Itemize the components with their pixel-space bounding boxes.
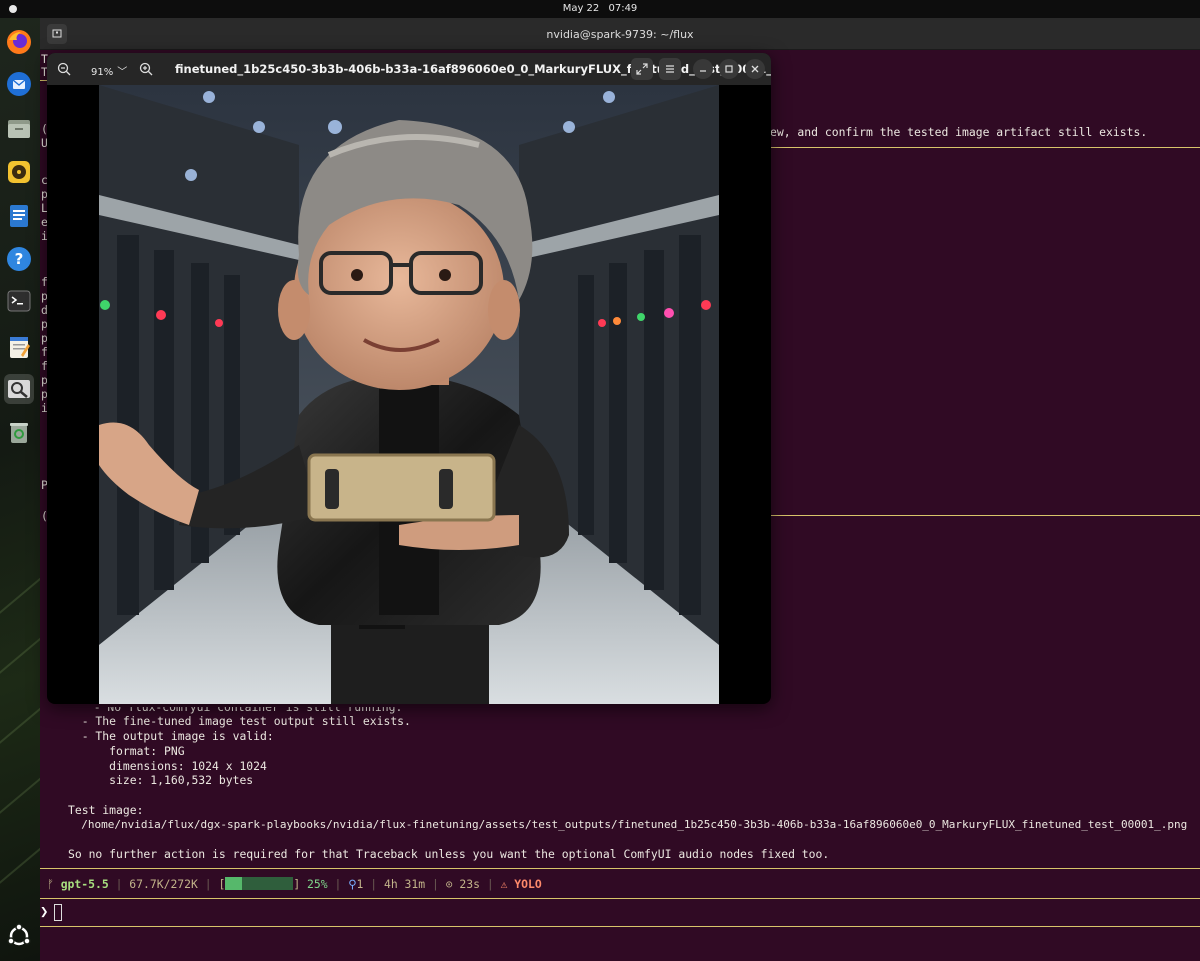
ubuntu-icon[interactable] [4, 921, 34, 951]
status-line: ᚠ gpt-5.5 | 67.7K/272K | [] 25% | ⚲1 | 4… [47, 877, 542, 891]
displayed-image[interactable] [99, 85, 719, 704]
zoom-in-button[interactable] [135, 58, 157, 80]
context-percent: 25% [307, 877, 328, 891]
minimize-icon [700, 70, 706, 72]
maximize-button[interactable] [719, 59, 739, 79]
model-name: gpt-5.5 [60, 877, 109, 891]
top-bar: May 22 07:49 [0, 0, 1200, 18]
close-icon [751, 65, 759, 73]
trash-icon[interactable] [4, 418, 34, 448]
svg-text:?: ? [15, 250, 24, 268]
timer-icon: ⊙ [445, 877, 460, 891]
maximize-icon [725, 65, 733, 73]
image-viewer-window[interactable]: 91% ﹀ finetuned_1b25c450-3b3b-406b-b33a-1… [47, 53, 771, 704]
dock: ? [0, 18, 87, 961]
libreoffice-writer-icon[interactable] [4, 201, 34, 231]
menu-button[interactable] [659, 58, 681, 80]
elapsed-time: 4h 31m [383, 877, 426, 891]
token-count: 67.7K/272K [129, 877, 198, 891]
fullscreen-button[interactable] [631, 58, 653, 80]
clock-time: 07:49 [608, 3, 638, 14]
minimize-button[interactable] [693, 59, 713, 79]
thunderbird-icon[interactable] [4, 69, 34, 99]
terminal-line: format: PNG [68, 744, 185, 758]
warning-icon: ⚠ [500, 877, 515, 891]
hamburger-menu-icon [666, 65, 674, 73]
terminal-icon[interactable] [4, 286, 34, 316]
clock-date: May 22 [562, 3, 600, 14]
terminal-line: - The output image is valid: [68, 729, 274, 743]
input-cursor[interactable] [54, 904, 62, 921]
image-viewer-icon[interactable] [4, 374, 34, 404]
terminal-line: size: 1,160,532 bytes [68, 773, 254, 787]
branch-icon: ᚠ [47, 877, 61, 891]
zoom-level: 91% [91, 67, 114, 78]
fullscreen-icon [636, 63, 648, 75]
zoom-in-icon [139, 62, 153, 76]
agent-icon: ⚲ [348, 877, 357, 891]
zoom-level-dropdown[interactable]: 91% ﹀ [91, 63, 127, 78]
terminal-line: Test image: [68, 803, 144, 817]
terminal-headerbar: nvidia@spark-9739: ~/flux [40, 18, 1200, 50]
help-icon[interactable]: ? [4, 244, 34, 274]
terminal-line: - The fine-tuned image test output still… [68, 714, 411, 728]
clock[interactable]: May 22 07:49 [0, 3, 1200, 14]
image-viewer-headerbar: 91% ﹀ finetuned_1b25c450-3b3b-406b-b33a-1… [47, 53, 771, 85]
chevron-down-icon: ﹀ [117, 67, 128, 78]
terminal-title: nvidia@spark-9739: ~/flux [546, 28, 694, 41]
rhythmbox-icon[interactable] [4, 157, 34, 187]
context-bar-fill [225, 877, 243, 890]
prompt-symbol: ❯ [40, 904, 49, 920]
firefox-icon[interactable] [4, 27, 34, 57]
text-editor-icon[interactable] [4, 332, 34, 362]
mode-badge: YOLO [514, 877, 542, 891]
close-button[interactable] [745, 59, 765, 79]
zoom-out-icon [57, 62, 71, 76]
terminal-line: dimensions: 1024 x 1024 [68, 759, 267, 773]
last-duration: 23s [459, 877, 480, 891]
files-icon[interactable] [4, 114, 34, 144]
zoom-out-button[interactable] [53, 58, 75, 80]
context-bar [225, 877, 294, 890]
terminal-line: ew, and confirm the tested image artifac… [770, 125, 1148, 139]
terminal-line: So no further action is required for tha… [68, 847, 830, 861]
terminal-line: /home/nvidia/flux/dgx-spark-playbooks/nv… [68, 818, 1188, 831]
image-filename: finetuned_1b25c450-3b3b-406b-b33a-16af89… [175, 62, 771, 76]
